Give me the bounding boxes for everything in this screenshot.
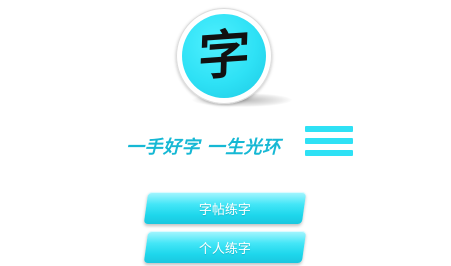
slogan-text: 一手好字 一生光环	[126, 137, 281, 158]
hamburger-menu-icon[interactable]	[305, 124, 353, 158]
copybook-practice-button[interactable]: 字帖练字	[143, 192, 307, 224]
personal-practice-label: 个人练字	[198, 241, 251, 257]
calligraphy-logo-icon: 字	[196, 23, 252, 88]
menu-bar-top	[305, 126, 353, 132]
logo-badge: 字	[182, 14, 266, 98]
personal-practice-button[interactable]: 个人练字	[143, 231, 307, 263]
copybook-practice-label: 字帖练字	[198, 202, 251, 218]
app-screen: 字 一手好字 一生光环 字帖练字 个人练字	[0, 0, 451, 266]
app-logo: 字	[176, 8, 272, 104]
menu-bar-bottom	[305, 150, 353, 156]
menu-bar-middle	[305, 138, 353, 144]
